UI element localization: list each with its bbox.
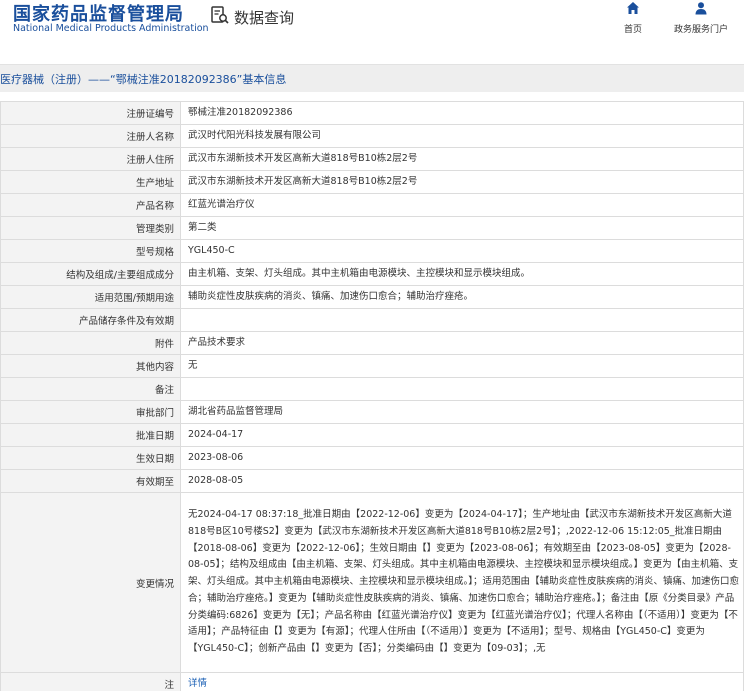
field-label: 批准日期	[0, 423, 181, 447]
table-row: 批准日期 2024-04-17	[0, 423, 744, 447]
brand-name-en[interactable]: National Medical Products Administration	[13, 23, 209, 34]
table-row: 生产地址 武汉市东湖新技术开发区高新大道818号B10栋2层2号	[0, 170, 744, 194]
table-row: 型号规格 YGL450-C	[0, 239, 744, 263]
detail-table: 注册证编号 鄂械注准20182092386 注册人名称 武汉时代阳光科技发展有限公司注…	[0, 101, 744, 691]
field-label: 结构及组成/主要组成成分	[0, 262, 181, 286]
field-value: 湖北省药品监督管理局	[180, 400, 744, 424]
field-label: 备注	[0, 377, 181, 401]
table-row-change-history: 变更情况 无2024-04-17 08:37:18_批准日期由【2022-12-0…	[0, 492, 744, 673]
field-label: 注册人住所	[0, 147, 181, 171]
search-document-icon	[210, 5, 230, 29]
field-label: 注册证编号	[0, 101, 181, 125]
record-title-bar: 医疗器械（注册）——“鄂械注准20182092386”基本信息	[0, 64, 744, 92]
field-label: 审批部门	[0, 400, 181, 424]
field-label: 附件	[0, 331, 181, 355]
site-header: 国家药品监督管理局 National Medical Products Admi…	[0, 0, 744, 62]
field-value: 武汉市东湖新技术开发区高新大道818号B10栋2层2号	[180, 170, 744, 194]
table-row: 生效日期 2023-08-06	[0, 446, 744, 470]
field-label: 变更情况	[0, 492, 181, 673]
user-icon	[694, 0, 708, 19]
field-value: 武汉时代阳光科技发展有限公司	[180, 124, 744, 148]
nav-service-portal[interactable]: 政务服务门户	[674, 0, 728, 35]
field-value: 2024-04-17	[180, 423, 744, 447]
field-value: 鄂械注准20182092386	[180, 101, 744, 125]
field-label: 生产地址	[0, 170, 181, 194]
nav-service-label: 政务服务门户	[674, 25, 729, 35]
field-value: 武汉市东湖新技术开发区高新大道818号B10栋2层2号	[180, 147, 744, 171]
table-row: 产品储存条件及有效期	[0, 308, 744, 332]
field-label: 生效日期	[0, 446, 181, 470]
field-value	[180, 308, 744, 332]
home-icon	[626, 0, 640, 19]
data-query-label: 数据查询	[234, 8, 295, 27]
table-row: 附件 产品技术要求	[0, 331, 744, 355]
field-value: 红蓝光谱治疗仪	[180, 193, 744, 217]
field-value: 详情	[180, 672, 744, 691]
field-value: 无	[180, 354, 744, 378]
record-title: 医疗器械（注册）——“鄂械注准20182092386”基本信息	[0, 72, 287, 86]
field-label: 其他内容	[0, 354, 181, 378]
field-value: 由主机箱、支架、灯头组成。其中主机箱由电源模块、主控模块和显示模块组成。	[180, 262, 744, 286]
nav-home-label: 首页	[624, 25, 643, 35]
table-row: 有效期至 2028-08-05	[0, 469, 744, 493]
field-label: 注册人名称	[0, 124, 181, 148]
field-value: YGL450-C	[180, 239, 744, 263]
data-query-heading: 数据查询	[210, 5, 294, 29]
field-label: 管理类别	[0, 216, 181, 240]
table-row: 结构及组成/主要组成成分 由主机箱、支架、灯头组成。其中主机箱由电源模块、主控模块…	[0, 262, 744, 286]
field-label: 注	[0, 672, 181, 691]
table-row: 审批部门 湖北省药品监督管理局	[0, 400, 744, 424]
field-label: 有效期至	[0, 469, 181, 493]
field-label: 产品储存条件及有效期	[0, 308, 181, 332]
field-value: 2023-08-06	[180, 446, 744, 470]
field-label: 型号规格	[0, 239, 181, 263]
field-value: 辅助炎症性皮肤疾病的消炎、镇痛、加速伤口愈合；辅助治疗痤疮。	[180, 285, 744, 309]
table-row: 注册人名称 武汉时代阳光科技发展有限公司	[0, 124, 744, 148]
change-history-text: 无2024-04-17 08:37:18_批准日期由【2022-12-06】变更…	[180, 492, 744, 673]
field-label: 产品名称	[0, 193, 181, 217]
nav-home[interactable]: 首页	[624, 0, 642, 35]
table-row: 管理类别 第二类	[0, 216, 744, 240]
field-value	[180, 377, 744, 401]
details-link[interactable]: 详情	[188, 678, 207, 689]
field-value: 2028-08-05	[180, 469, 744, 493]
field-value: 产品技术要求	[180, 331, 744, 355]
field-value: 第二类	[180, 216, 744, 240]
table-row: 产品名称 红蓝光谱治疗仪	[0, 193, 744, 217]
table-row: 适用范围/预期用途 辅助炎症性皮肤疾病的消炎、镇痛、加速伤口愈合；辅助治疗痤疮。	[0, 285, 744, 309]
table-row: 其他内容无	[0, 354, 744, 378]
field-label: 适用范围/预期用途	[0, 285, 181, 309]
table-row-note: 注详情	[0, 672, 744, 691]
table-row: 注册人住所 武汉市东湖新技术开发区高新大道818号B10栋2层2号	[0, 147, 744, 171]
table-row: 备注	[0, 377, 744, 401]
table-row: 注册证编号 鄂械注准20182092386	[0, 101, 744, 125]
